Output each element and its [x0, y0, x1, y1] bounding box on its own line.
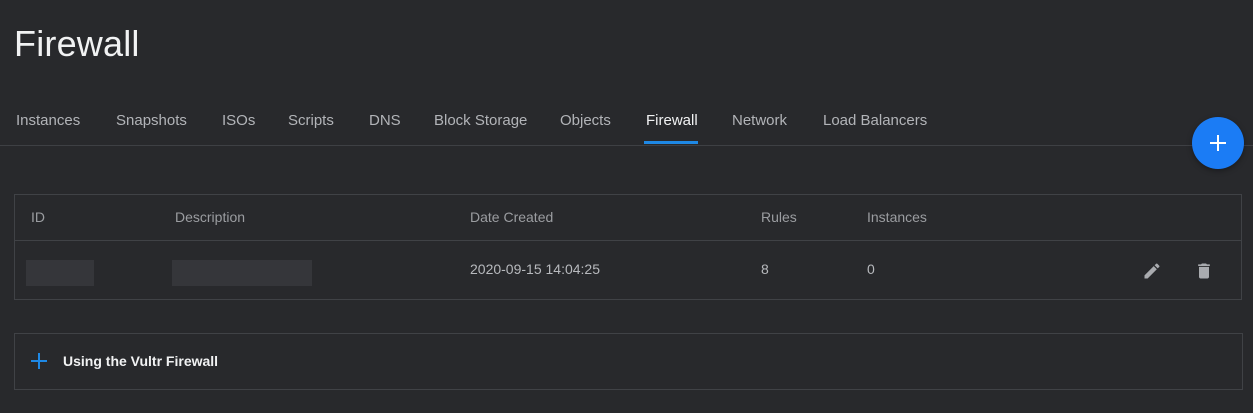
column-header-date-created: Date Created	[470, 209, 554, 225]
firewall-guide-expander[interactable]: Using the Vultr Firewall	[14, 333, 1243, 390]
table-header: ID Description Date Created Rules Instan…	[15, 195, 1241, 241]
edit-button[interactable]	[1141, 260, 1163, 282]
tab-objects[interactable]: Objects	[560, 112, 611, 130]
delete-button[interactable]	[1193, 260, 1215, 282]
pencil-icon	[1144, 263, 1160, 279]
tab-scripts[interactable]: Scripts	[288, 112, 334, 130]
firewall-table: ID Description Date Created Rules Instan…	[14, 194, 1242, 300]
tab-bar: Instances Snapshots ISOs Scripts DNS Blo…	[0, 108, 1253, 146]
active-tab-indicator	[644, 141, 698, 144]
tab-load-balancers[interactable]: Load Balancers	[823, 112, 927, 130]
redacted-id	[26, 260, 94, 286]
tab-isos[interactable]: ISOs	[222, 112, 255, 130]
cell-instances: 0	[867, 261, 875, 277]
table-row[interactable]: 2020-09-15 14:04:25 8 0	[15, 241, 1241, 300]
tab-dns[interactable]: DNS	[369, 112, 401, 130]
cell-date-created: 2020-09-15 14:04:25	[470, 261, 600, 277]
plus-icon	[31, 353, 47, 369]
trash-icon	[1198, 263, 1210, 279]
add-firewall-button[interactable]	[1192, 117, 1244, 169]
plus-icon	[1210, 135, 1226, 151]
guide-title: Using the Vultr Firewall	[63, 353, 219, 369]
tab-network[interactable]: Network	[732, 112, 787, 130]
column-header-description: Description	[175, 209, 246, 225]
column-header-instances: Instances	[867, 209, 927, 225]
redacted-description	[172, 260, 312, 286]
page-title: Firewall	[14, 23, 140, 64]
column-header-rules: Rules	[761, 209, 797, 225]
column-header-id: ID	[31, 209, 45, 225]
tab-block-storage[interactable]: Block Storage	[434, 112, 527, 130]
cell-rules: 8	[761, 261, 769, 277]
tab-firewall[interactable]: Firewall	[646, 112, 698, 130]
tab-instances[interactable]: Instances	[16, 112, 80, 130]
tab-snapshots[interactable]: Snapshots	[116, 112, 187, 130]
